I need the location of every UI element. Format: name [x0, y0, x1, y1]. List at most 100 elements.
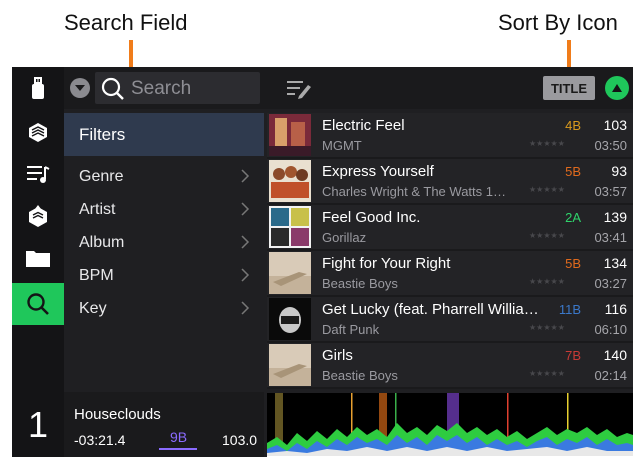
track-rating[interactable]: ★★★★★	[529, 369, 565, 378]
track-artist: Charles Wright & The Watts 1…	[322, 184, 506, 199]
track-key: 11B	[558, 302, 581, 317]
deck-key: 9B	[170, 429, 188, 445]
device-screen: 1 TITLE Filters	[12, 67, 633, 457]
track-title: Express Yourself	[322, 163, 434, 180]
track-artist: MGMT	[322, 138, 362, 153]
track-key: 7B	[565, 348, 581, 363]
sort-by-button[interactable]: TITLE	[543, 76, 595, 100]
source-rail: 1	[12, 67, 64, 457]
deck-track-title: Houseclouds	[74, 406, 161, 423]
album-art	[269, 160, 311, 202]
search-field-callout: Search Field	[64, 10, 188, 35]
edit-playlist-icon[interactable]	[286, 79, 312, 99]
chevron-down-icon	[75, 85, 85, 91]
sort-ascending-icon	[612, 84, 622, 92]
album-art	[269, 252, 311, 294]
track-rating[interactable]: ★★★★★	[529, 277, 565, 286]
track-row[interactable]: Girls Beastie Boys 7B ★★★★★ 140 02:14	[267, 343, 633, 389]
album-art	[269, 344, 311, 386]
crates-button[interactable]	[12, 111, 64, 153]
chevron-right-icon	[241, 202, 250, 216]
album-art	[269, 206, 311, 248]
sort-direction-button[interactable]	[605, 76, 629, 100]
waveform-overview[interactable]	[267, 393, 633, 457]
prepare-icon	[29, 205, 47, 227]
album-art	[269, 114, 311, 156]
usb-source-button[interactable]	[12, 67, 64, 109]
search-icon	[101, 77, 124, 100]
crate-icon	[29, 123, 47, 142]
filter-item-label: Key	[79, 299, 107, 317]
chevron-right-icon	[241, 235, 250, 249]
track-bpm: 134	[603, 255, 627, 271]
track-rating[interactable]: ★★★★★	[529, 323, 565, 332]
track-artist: Beastie Boys	[322, 276, 398, 291]
filter-panel: Filters Genre Artist Album BPM Key	[64, 113, 264, 393]
search-field[interactable]	[95, 72, 260, 104]
track-list: Electric Feel MGMT 4B ★★★★★ 103 03:50 Ex…	[267, 113, 633, 393]
track-artist: Daft Punk	[322, 322, 380, 337]
track-rating[interactable]: ★★★★★	[529, 139, 565, 148]
track-key: 4B	[565, 118, 581, 133]
filter-item-label: Album	[79, 233, 125, 251]
sort-by-icon-callout: Sort By Icon	[498, 10, 618, 35]
view-toggle-button[interactable]	[70, 78, 90, 98]
search-input[interactable]	[129, 76, 258, 102]
filters-header[interactable]: Filters	[64, 113, 264, 156]
search-source-button[interactable]	[12, 283, 64, 325]
track-row[interactable]: Fight for Your Right Beastie Boys 5B ★★★…	[267, 251, 633, 297]
track-duration: 06:10	[594, 322, 627, 337]
filter-item-genre[interactable]: Genre	[64, 160, 264, 193]
top-bar: TITLE	[64, 67, 633, 109]
album-art	[269, 298, 311, 340]
track-bpm: 103	[603, 117, 627, 133]
track-rating[interactable]: ★★★★★	[529, 185, 565, 194]
folder-icon	[26, 251, 50, 267]
filter-item-label: Artist	[79, 200, 116, 218]
track-key: 2A	[565, 210, 581, 225]
chevron-right-icon	[241, 169, 250, 183]
chevron-right-icon	[241, 301, 250, 315]
track-title: Feel Good Inc.	[322, 209, 421, 226]
track-bpm: 140	[603, 347, 627, 363]
track-key: 5B	[565, 164, 581, 179]
track-bpm: 93	[611, 163, 627, 179]
track-bpm: 116	[604, 301, 627, 317]
track-bpm: 139	[603, 209, 627, 225]
filter-item-label: Genre	[79, 167, 124, 185]
track-rating[interactable]: ★★★★★	[529, 231, 565, 240]
playlist-icon	[27, 166, 50, 183]
track-duration: 03:50	[594, 138, 627, 153]
files-button[interactable]	[12, 237, 64, 279]
filter-item-artist[interactable]: Artist	[64, 193, 264, 226]
track-title: Electric Feel	[322, 117, 405, 134]
track-artist: Gorillaz	[322, 230, 367, 245]
track-row[interactable]: Express Yourself Charles Wright & The Wa…	[267, 159, 633, 205]
search-icon	[27, 293, 49, 315]
track-duration: 03:41	[594, 230, 627, 245]
usb-icon	[32, 77, 44, 99]
filter-item-album[interactable]: Album	[64, 226, 264, 259]
filter-item-bpm[interactable]: BPM	[64, 259, 264, 292]
deck-bpm: 103.0	[222, 432, 258, 448]
filter-item-label: BPM	[79, 266, 114, 284]
track-duration: 03:57	[594, 184, 627, 199]
deck-remaining-time: -03:21.4	[74, 432, 126, 448]
playlists-button[interactable]	[12, 153, 64, 195]
track-key: 5B	[565, 256, 581, 271]
track-title: Fight for Your Right	[322, 255, 451, 272]
track-row[interactable]: Get Lucky (feat. Pharrell Willia… Daft P…	[267, 297, 633, 343]
track-title: Get Lucky (feat. Pharrell Willia…	[322, 301, 539, 318]
track-duration: 02:14	[594, 368, 627, 383]
chevron-right-icon	[241, 268, 250, 282]
track-duration: 03:27	[594, 276, 627, 291]
deck-info: Houseclouds -03:21.4 9B 103.0	[64, 392, 264, 457]
track-artist: Beastie Boys	[322, 368, 398, 383]
track-row[interactable]: Feel Good Inc. Gorillaz 2A ★★★★★ 139 03:…	[267, 205, 633, 251]
deck-key-indicator	[159, 448, 197, 450]
deck-number: 1	[27, 403, 49, 445]
filter-item-key[interactable]: Key	[64, 292, 264, 325]
track-title: Girls	[322, 347, 353, 364]
prepare-button[interactable]	[12, 195, 64, 237]
track-row[interactable]: Electric Feel MGMT 4B ★★★★★ 103 03:50	[267, 113, 633, 159]
